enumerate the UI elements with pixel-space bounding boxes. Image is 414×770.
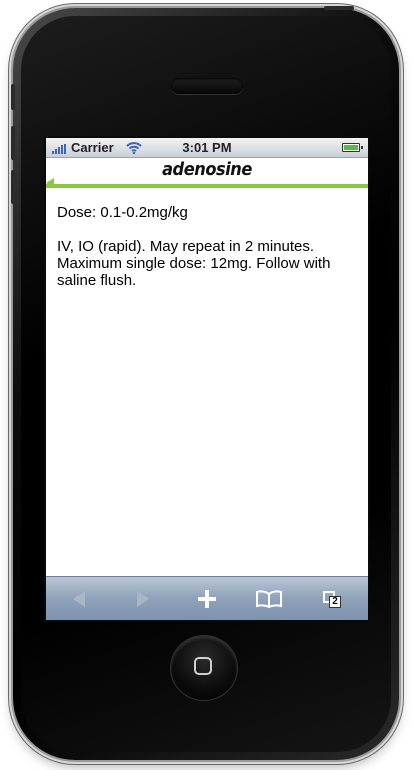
title-bar: adenosine: [46, 158, 368, 188]
volume-up-button: [11, 126, 15, 160]
plus-icon: [198, 589, 216, 608]
home-square-icon: [194, 657, 212, 675]
volume-down-button: [11, 170, 15, 204]
earpiece-speaker: [171, 78, 243, 94]
back-button[interactable]: [54, 577, 104, 620]
tabs-count: 2: [329, 595, 341, 608]
tabs-icon: 2: [318, 587, 344, 611]
screen: Carrier 3:01 PM adenosine Dose: 0.1-0.2m…: [46, 138, 368, 620]
browser-toolbar: 2: [46, 576, 368, 620]
administration-text: IV, IO (rapid). May repeat in 2 minutes.…: [57, 238, 331, 289]
dose-text: Dose: 0.1-0.2mg/kg: [57, 204, 188, 221]
status-time: 3:01 PM: [182, 140, 232, 155]
title-underline: [46, 184, 368, 188]
tabs-button[interactable]: 2: [306, 577, 356, 620]
forward-button[interactable]: [118, 577, 168, 620]
mute-switch: [11, 84, 15, 110]
status-bar: Carrier 3:01 PM: [46, 138, 368, 158]
back-arrow-icon: [73, 590, 85, 607]
page-title: adenosine: [162, 159, 252, 180]
bookmarks-button[interactable]: [244, 577, 294, 620]
battery-icon: [342, 143, 363, 152]
sleep-button: [324, 6, 354, 10]
add-bookmark-button[interactable]: [182, 577, 232, 620]
forward-arrow-icon: [137, 590, 149, 607]
drug-info: Dose: 0.1-0.2mg/kg IV, IO (rapid). May r…: [57, 204, 357, 306]
back-triangle-icon[interactable]: [46, 178, 54, 188]
bookmarks-icon: [256, 589, 282, 608]
home-button[interactable]: [171, 636, 237, 700]
